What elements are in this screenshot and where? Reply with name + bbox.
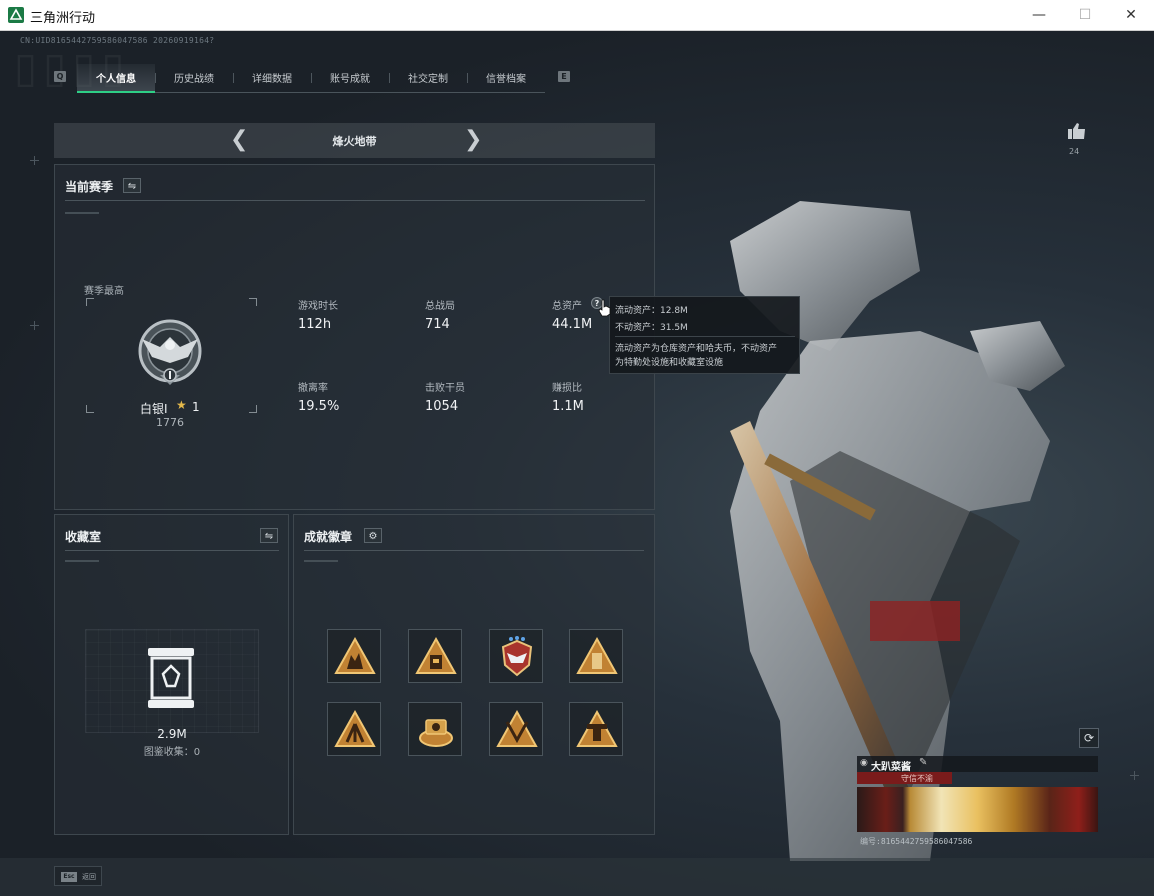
mode-selector: ❮ 烽火地带 ❯ <box>54 123 655 158</box>
tooltip-divider <box>615 336 795 337</box>
esc-key-label: Esc <box>61 872 77 882</box>
panel-divider <box>65 200 645 201</box>
player-card[interactable]: ◉ 大趴菜酱 ✎ 守信不渝 <box>857 756 1098 832</box>
stat-value-kills: 1054 <box>425 399 459 414</box>
rank-stars: 1 <box>192 400 200 414</box>
bottom-bar <box>0 858 1154 896</box>
stat-label-assets: 总资产 <box>552 301 582 312</box>
close-button[interactable]: ✕ <box>1108 0 1154 30</box>
minimize-button[interactable]: — <box>1016 0 1062 30</box>
achievement-badge-turret[interactable] <box>569 702 623 756</box>
triangle-building-icon <box>415 636 457 674</box>
card-banner-image <box>857 787 1098 832</box>
stat-value-extract-rate: 19.5% <box>298 399 340 414</box>
tab-history[interactable]: 历史战绩 <box>155 64 233 91</box>
stat-value-profit-ratio: 1.1M <box>552 399 584 414</box>
back-button[interactable]: Esc 返回 <box>54 866 102 886</box>
rank-star-icon: ★ <box>176 398 187 412</box>
tooltip-desc-line2: 为特勤处设施和收藏室设施 <box>615 358 724 368</box>
rank-name: 白银Ⅰ <box>140 402 168 416</box>
tooltip-desc-line1: 流动资产为仓库资产和哈夫币，不动资产 <box>615 344 778 354</box>
assets-tooltip: 流动资产：12.8M 不动资产：31.5M 流动资产为仓库资产和哈夫币，不动资产… <box>609 296 800 374</box>
tab-personal-info[interactable]: 个人信息 <box>77 64 155 93</box>
panel-divider <box>65 550 279 551</box>
window-title: 三角洲行动 <box>30 11 96 26</box>
mode-title: 烽火地带 <box>332 135 377 148</box>
stat-value-matches: 714 <box>425 317 450 332</box>
rank-score: 1776 <box>156 416 184 429</box>
achievement-badge-tower[interactable] <box>569 629 623 683</box>
panel-subline <box>65 560 99 562</box>
back-label: 返回 <box>82 873 96 881</box>
panel-divider <box>304 550 644 551</box>
card-header: ◉ 大趴菜酱 ✎ <box>857 756 1098 773</box>
triangle-soldiers-icon <box>334 636 376 674</box>
main-tabs: 个人信息 历史战绩 详细数据 账号成就 社交定制 信誉档案 <box>77 64 545 93</box>
thumbs-up-icon[interactable] <box>1067 121 1087 141</box>
achievements-title: 成就徽章 <box>304 530 353 544</box>
app-logo-icon <box>8 7 24 23</box>
achievement-badge-eagle[interactable] <box>489 629 543 683</box>
refresh-icon[interactable]: ⟳ <box>1079 728 1099 748</box>
triangle-tripod-icon <box>334 709 376 747</box>
triangle-blades-icon <box>496 709 538 747</box>
stat-label-playtime: 游戏时长 <box>298 301 338 312</box>
season-title: 当前赛季 <box>65 180 114 194</box>
stat-label-extract-rate: 撤离率 <box>298 383 328 394</box>
like-count: 24 <box>1069 147 1080 156</box>
tab-next-key[interactable]: E <box>558 71 570 82</box>
collection-title: 收藏室 <box>65 530 102 544</box>
season-switch-button[interactable]: ⇋ <box>123 178 141 193</box>
stat-label-matches: 总战局 <box>425 301 455 312</box>
player-name: 大趴菜酱 <box>871 762 911 773</box>
maximize-button[interactable]: ☐ <box>1062 0 1108 30</box>
window-titlebar: 三角洲行动 — ☐ ✕ <box>0 0 1154 31</box>
stat-value-playtime: 112h <box>298 317 332 332</box>
stat-label-kills: 击败干员 <box>425 383 465 394</box>
stat-value-assets: 44.1M <box>552 317 593 332</box>
display-case-gem-icon <box>148 648 194 708</box>
stat-label-profit-ratio: 赚损比 <box>552 383 582 394</box>
achievement-badge-tripod[interactable] <box>327 702 381 756</box>
tab-social[interactable]: 社交定制 <box>389 64 467 91</box>
player-id: 编号:8165442759586047586 <box>860 837 973 846</box>
player-tag: 守信不渝 <box>901 774 933 783</box>
achievement-badge-building[interactable] <box>408 629 462 683</box>
background-cross <box>30 321 39 330</box>
edit-pencil-icon[interactable]: ✎ <box>919 757 927 768</box>
background-cross <box>30 156 39 165</box>
collection-switch-button[interactable]: ⇋ <box>260 528 278 543</box>
game-viewport: ▯▯▯▯ CN:UID8165442759586047586 202609191… <box>0 31 1154 896</box>
tab-prev-key[interactable]: Q <box>54 71 66 82</box>
frame-corner <box>86 298 94 306</box>
achievement-badge-soldiers[interactable] <box>327 629 381 683</box>
achievement-badge-blades[interactable] <box>489 702 543 756</box>
tab-reputation[interactable]: 信誉档案 <box>467 64 545 91</box>
tab-detailed-data[interactable]: 详细数据 <box>233 64 311 91</box>
background-cross <box>1130 771 1139 780</box>
frame-corner <box>249 405 257 413</box>
panel-subline <box>304 560 338 562</box>
rank-silver-eagle-icon <box>138 319 202 385</box>
cash-stack-icon <box>419 719 453 747</box>
tooltip-liquid-assets: 流动资产：12.8M <box>615 306 688 316</box>
location-pin-icon: ◉ <box>860 758 868 768</box>
mode-next-arrow-icon[interactable]: ❯ <box>464 129 482 151</box>
panel-subline <box>65 212 99 214</box>
triangle-turret-icon <box>576 709 618 747</box>
eagle-shield-icon <box>501 636 533 677</box>
tooltip-fixed-assets: 不动资产：31.5M <box>615 323 688 333</box>
frame-corner <box>86 405 94 413</box>
tab-achievements[interactable]: 账号成就 <box>311 64 389 91</box>
hand-cursor-icon <box>598 299 611 317</box>
season-best-label: 赛季最高 <box>84 286 124 297</box>
achievements-settings-button[interactable]: ⚙ <box>364 528 382 543</box>
player-uid: CN:UID8165442759586047586 20260919164? <box>20 36 215 45</box>
achievement-badge-cash[interactable] <box>408 702 462 756</box>
triangle-tower-icon <box>576 636 618 674</box>
frame-corner <box>249 298 257 306</box>
